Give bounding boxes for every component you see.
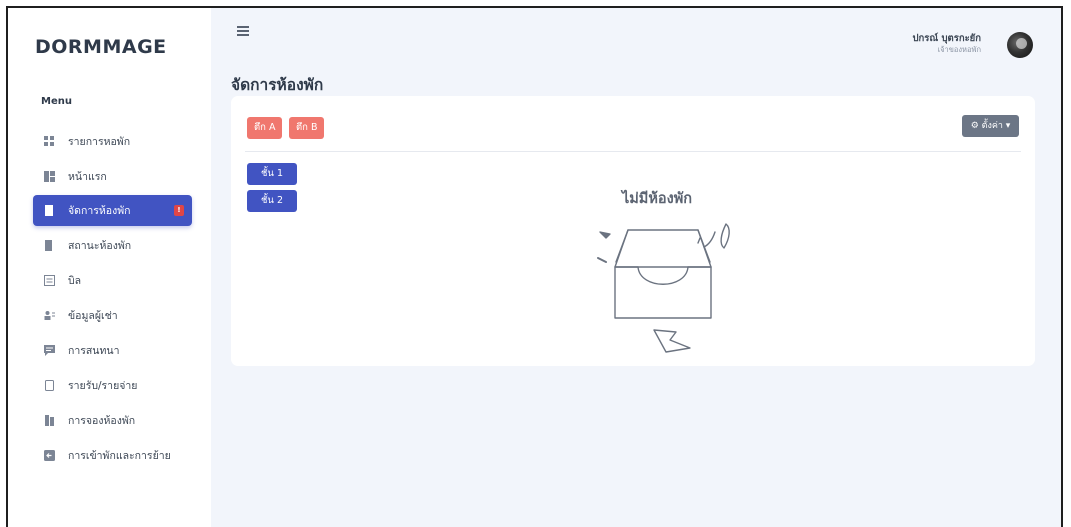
empty-state-text: ไม่มีห้องพัก xyxy=(621,191,693,207)
sidebar-item-dorm-list[interactable]: รายการหอพัก xyxy=(33,126,192,157)
divider xyxy=(245,151,1021,152)
hamburger-menu-icon[interactable] xyxy=(237,26,249,36)
sidebar-item-tenants[interactable]: ข้อมูลผู้เช่า xyxy=(33,300,192,331)
sidebar-item-move-in-out[interactable]: การเข้าพักและการย้าย xyxy=(33,440,192,471)
empty-inbox-icon xyxy=(597,223,730,353)
sidebar-item-label: การสนทนา xyxy=(68,345,120,357)
sidebar-item-label: การเข้าพักและการย้าย xyxy=(68,450,171,462)
sidebar-item-income-expense[interactable]: รายรับ/รายจ่าย xyxy=(33,370,192,401)
menu-heading: Menu xyxy=(41,96,72,107)
sidebar-item-chat[interactable]: การสนทนา xyxy=(33,335,192,366)
move-in-icon xyxy=(44,450,55,461)
sidebar-item-label: หน้าแรก xyxy=(68,171,107,183)
avatar[interactable] xyxy=(1007,32,1033,58)
sidebar-item-home[interactable]: หน้าแรก xyxy=(33,161,192,192)
sidebar-item-label: การจองห้องพัก xyxy=(68,415,136,427)
sidebar-item-bill[interactable]: บิล xyxy=(33,265,192,296)
rooms-card: ตึก A ตึก B ⚙ ตั้งค่า ▾ ชั้น 1 ชั้น 2 ไม… xyxy=(231,96,1035,366)
user-role: เจ้าของหอพัก xyxy=(937,45,981,54)
sidebar: DORMMAGE Menu รายการหอพัก หน้าแรก จัดการ… xyxy=(8,8,211,527)
app-frame: DORMMAGE Menu รายการหอพัก หน้าแรก จัดการ… xyxy=(6,6,1063,527)
sidebar-item-label: สถานะห้องพัก xyxy=(68,240,132,252)
tenants-icon xyxy=(44,310,55,321)
door-icon xyxy=(44,205,55,216)
door-status-icon xyxy=(44,240,55,251)
building-b-button[interactable]: ตึก B xyxy=(289,117,325,139)
sidebar-item-label: ข้อมูลผู้เช่า xyxy=(68,310,118,322)
settings-dropdown-button[interactable]: ⚙ ตั้งค่า ▾ xyxy=(962,115,1019,137)
sidebar-item-booking[interactable]: การจองห้องพัก xyxy=(33,405,192,436)
building-a-button[interactable]: ตึก A xyxy=(247,117,283,139)
receipt-icon xyxy=(44,380,55,391)
chat-icon xyxy=(44,345,55,356)
bill-icon xyxy=(44,275,55,286)
alert-badge: ! xyxy=(174,205,184,216)
sidebar-item-label: รายการหอพัก xyxy=(68,136,131,148)
dashboard-icon xyxy=(44,171,55,182)
floor-1-button[interactable]: ชั้น 1 xyxy=(247,163,297,185)
sidebar-item-label: จัดการห้องพัก xyxy=(68,205,131,217)
booking-icon xyxy=(44,415,55,426)
sidebar-item-room-status[interactable]: สถานะห้องพัก xyxy=(33,230,192,261)
sidebar-item-label: รายรับ/รายจ่าย xyxy=(68,380,138,392)
sidebar-item-label: บิล xyxy=(68,275,82,287)
page-title: จัดการห้องพัก xyxy=(231,76,324,94)
sidebar-item-manage-rooms[interactable]: จัดการห้องพัก ! xyxy=(33,195,192,226)
brand-logo[interactable]: DORMMAGE xyxy=(35,36,167,58)
grid-icon xyxy=(44,136,55,147)
